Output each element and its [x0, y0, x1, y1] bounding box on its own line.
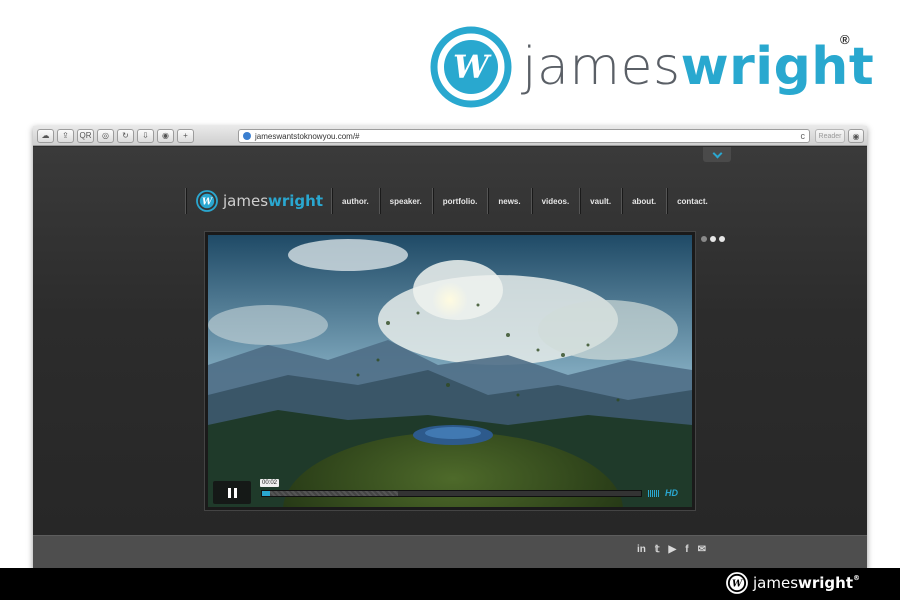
pause-icon [227, 487, 237, 498]
site-navigation: W jameswright author. speaker. portfolio… [185, 187, 718, 215]
video-frame [208, 235, 692, 507]
share-button[interactable]: ⇪ [57, 128, 74, 143]
browser-window: ◂ ▸ ☁ ⇪ QR ◎ ↻ ⇩ ◉ + jameswantstoknowyou… [33, 126, 867, 570]
linkedin-icon[interactable]: in [637, 544, 646, 555]
qr-button[interactable]: QR [77, 128, 94, 143]
nav-logo[interactable]: W jameswright [186, 190, 331, 212]
pause-button[interactable] [213, 481, 251, 504]
nav-item-about[interactable]: about. [622, 188, 666, 214]
slider-pagination [701, 236, 725, 242]
bottom-wordmark: jameswright® [753, 574, 860, 592]
slider-dot[interactable] [719, 236, 725, 242]
bottom-logo: W jameswright® [726, 572, 860, 594]
nav-word-bold: wright [268, 192, 323, 210]
facebook-icon[interactable]: f [685, 544, 688, 555]
nav-word-light: james [223, 192, 269, 210]
nav-item-speaker[interactable]: speaker. [380, 188, 432, 214]
dropdown-tab[interactable] [703, 147, 731, 162]
nav-item-contact[interactable]: contact. [667, 188, 718, 214]
address-bar[interactable]: jameswantstoknowyou.com/# c [238, 129, 810, 143]
youtube-icon[interactable]: ▶ [669, 544, 677, 555]
reader-button[interactable]: Reader [815, 129, 845, 143]
nav-item-videos[interactable]: videos. [532, 188, 580, 214]
add-tab-button[interactable]: + [177, 128, 194, 143]
svg-text:W: W [453, 48, 492, 86]
bottom-word-bold: wright [798, 574, 853, 592]
logo-mark-icon: W [726, 572, 748, 594]
nav-item-news[interactable]: news. [488, 188, 530, 214]
slider-dot[interactable] [701, 236, 707, 242]
twitter-icon[interactable]: 𝕥 [655, 544, 660, 555]
logo-mark-icon: W [430, 26, 512, 108]
hd-toggle[interactable]: HD [665, 488, 678, 498]
logo-mark-icon: W [196, 190, 218, 212]
slider-dot[interactable] [710, 236, 716, 242]
email-icon[interactable]: ✉ [698, 544, 706, 555]
video-controls: 00:02 HD [208, 478, 692, 507]
brand-logo: W jameswright ® [430, 22, 874, 112]
icloud-button[interactable]: ☁ [37, 128, 54, 143]
nav-item-portfolio[interactable]: portfolio. [433, 188, 488, 214]
registered-mark: ® [853, 574, 860, 582]
bottom-word-light: james [753, 574, 799, 592]
screenshot-canvas: W jameswright ® ◂ ▸ ☁ ⇪ QR ◎ ↻ ⇩ ◉ + jam… [0, 0, 900, 600]
record-button[interactable]: ◉ [157, 128, 174, 143]
nav-item-vault[interactable]: vault. [580, 188, 621, 214]
url-text: jameswantstoknowyou.com/# [255, 131, 360, 141]
svg-text:W: W [202, 198, 213, 208]
volume-icon[interactable] [648, 490, 659, 497]
web-page: W jameswright author. speaker. portfolio… [33, 147, 867, 570]
bottom-brand-strip: W jameswright® [0, 568, 900, 600]
brand-word-light: james [522, 37, 681, 97]
refresh-icon[interactable]: c [801, 131, 806, 141]
site-footer: in 𝕥 ▶ f ✉ [33, 535, 867, 570]
refresh-button[interactable]: ↻ [117, 128, 134, 143]
downloads-icon[interactable]: ◉ [848, 129, 864, 143]
nav-item-author[interactable]: author. [332, 188, 379, 214]
social-links: in 𝕥 ▶ f ✉ [637, 544, 706, 555]
brand-wordmark: jameswright [522, 41, 874, 93]
video-player[interactable]: 00:02 HD [205, 232, 695, 510]
chevron-down-icon [712, 148, 722, 158]
buffered-range [262, 491, 398, 496]
nav-wordmark: jameswright [223, 192, 323, 210]
svg-text:W: W [732, 580, 743, 590]
current-time-tooltip: 00:02 [260, 479, 280, 487]
download-button[interactable]: ⇩ [137, 128, 154, 143]
registered-mark: ® [840, 32, 850, 47]
played-range [262, 491, 270, 496]
extension-button[interactable]: ◎ [97, 128, 114, 143]
globe-icon [243, 132, 251, 140]
video-progress-bar[interactable] [261, 490, 642, 497]
